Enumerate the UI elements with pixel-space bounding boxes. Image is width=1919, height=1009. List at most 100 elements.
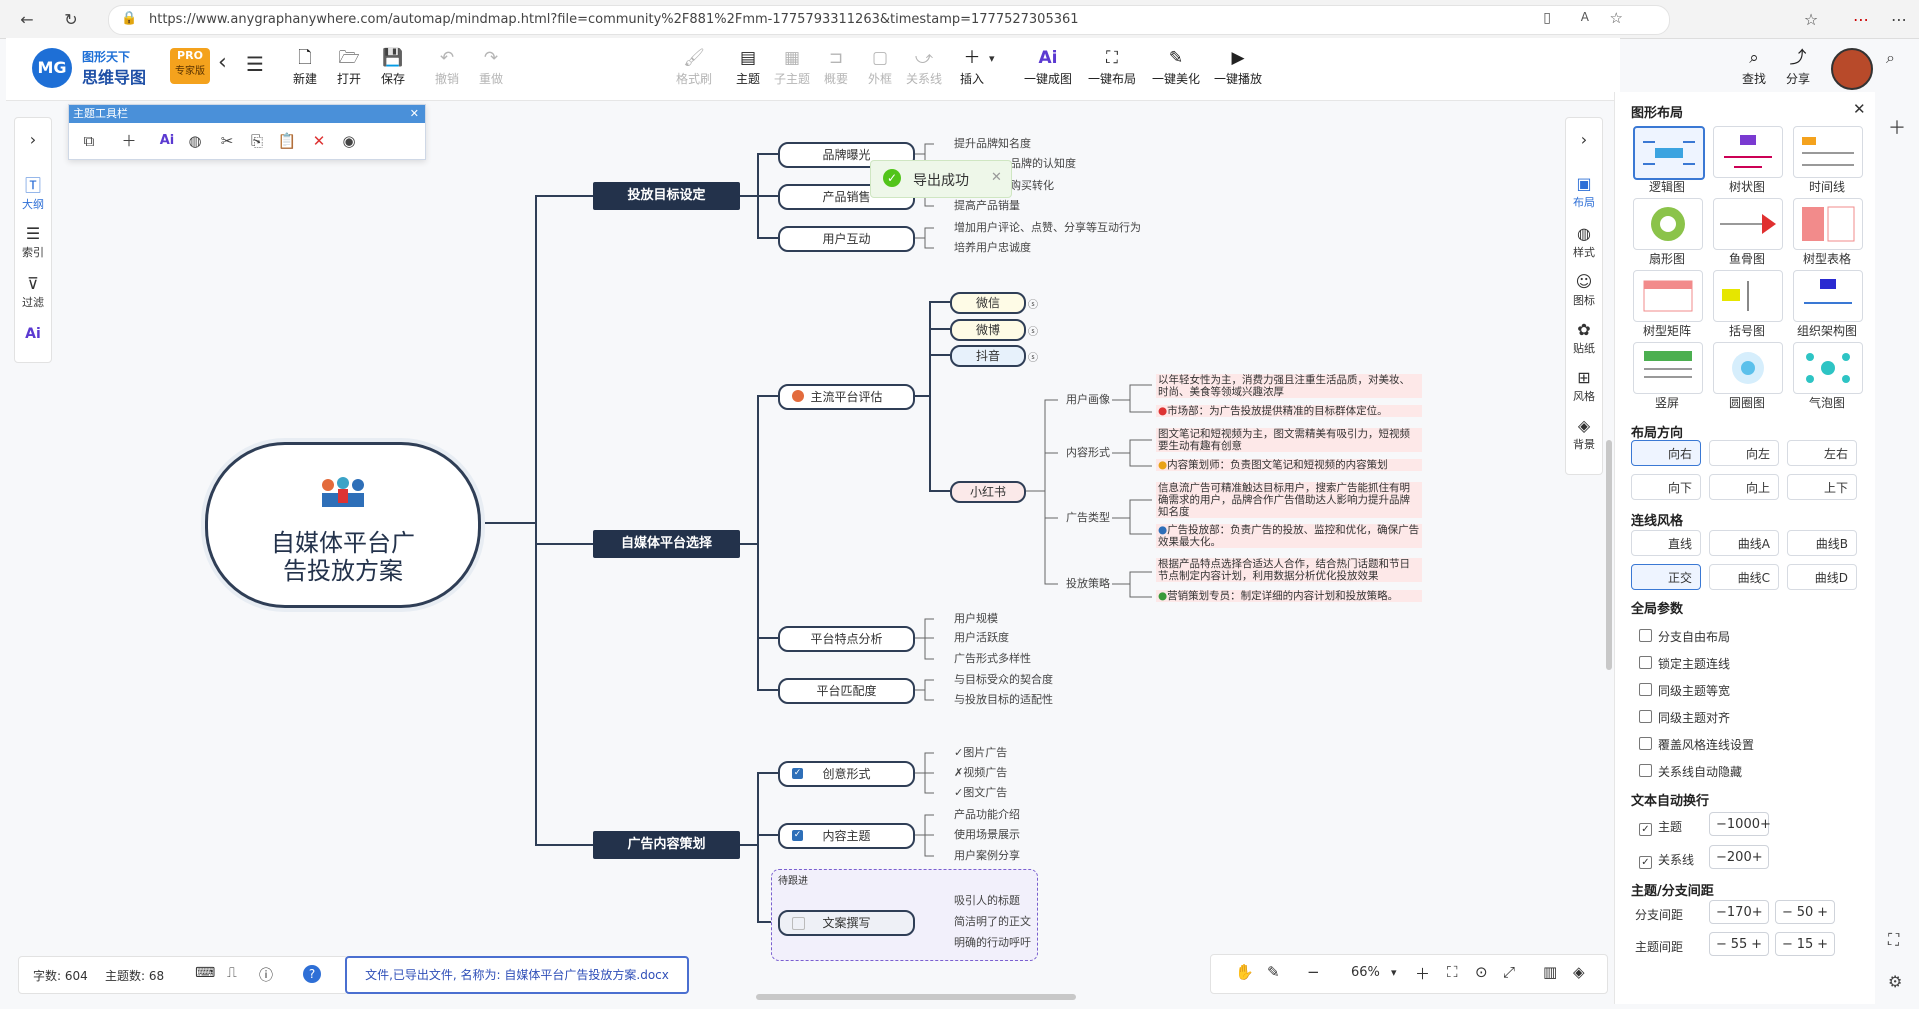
- leaf-item[interactable]: 与目标受众的契合度: [954, 673, 1053, 687]
- leaf-item[interactable]: 品牌的认知度: [1010, 157, 1076, 171]
- root-topic[interactable]: 自媒体平台广 告投放方案: [205, 442, 481, 608]
- layout-org[interactable]: [1793, 270, 1863, 322]
- checkbox[interactable]: [1639, 764, 1652, 777]
- platform-wechat[interactable]: 微信: [950, 292, 1026, 314]
- keyboard-icon[interactable]: ⌨: [195, 965, 215, 981]
- fit-screen-icon[interactable]: ⛶: [1447, 963, 1458, 981]
- note-adtype[interactable]: 信息流广告可精准触达目标用户，搜索广告能抓住有明确需求的用户，品牌合作广告借助达…: [1156, 482, 1422, 518]
- help-icon[interactable]: ?: [303, 965, 321, 983]
- leaf-item[interactable]: 用户案例分享: [954, 849, 1020, 863]
- outline-tab[interactable]: 🅃 大纲: [15, 176, 51, 212]
- minus-icon[interactable]: −: [1782, 933, 1793, 955]
- checkbox-empty-icon[interactable]: [792, 917, 805, 930]
- role-adtype[interactable]: ●广告投放部：负责广告的投放、监控和优化，确保广告效果最大化。: [1156, 524, 1422, 548]
- direction-down[interactable]: 向下: [1631, 474, 1701, 500]
- topic-mainstream[interactable]: 主流平台评估: [778, 384, 915, 410]
- sticker-tab[interactable]: ✿ 贴纸: [1566, 320, 1602, 356]
- checkbox-checked-icon[interactable]: ✓: [792, 768, 803, 779]
- ai-icon[interactable]: Ai: [153, 129, 181, 153]
- layout-timeline[interactable]: [1793, 126, 1863, 178]
- plus-icon[interactable]: +: [1752, 846, 1763, 868]
- toast-close-icon[interactable]: ✕: [991, 170, 1002, 185]
- leaf-item[interactable]: 与投放目标的适配性: [954, 693, 1053, 707]
- layout-logic[interactable]: [1633, 126, 1705, 180]
- center-icon[interactable]: ⊙: [1475, 963, 1488, 981]
- info-icon[interactable]: ⓘ: [259, 965, 273, 985]
- topic-creative[interactable]: ✓ 创意形式: [778, 761, 915, 787]
- branch-content[interactable]: 广告内容策划: [593, 831, 740, 859]
- minus-icon[interactable]: −: [1716, 933, 1727, 955]
- close-icon[interactable]: ✕: [410, 105, 419, 123]
- leaf-item[interactable]: ✓图片广告: [954, 746, 1007, 760]
- note-content[interactable]: 图文笔记和短视频为主，图文需精美有吸引力，短视频要生动有趣有创意: [1156, 428, 1422, 452]
- plus-icon[interactable]: +: [1817, 933, 1828, 955]
- topic-theme[interactable]: ✓ 内容主题: [778, 823, 915, 849]
- layout-fan[interactable]: [1633, 198, 1703, 250]
- plus-icon[interactable]: +: [1760, 813, 1771, 835]
- direction-updown[interactable]: 上下: [1787, 474, 1857, 500]
- role-content[interactable]: ●内容策划师：负责图文笔记和短视频的内容策划: [1156, 459, 1422, 471]
- opt-auto-hide-relations[interactable]: 关系线自动隐藏: [1639, 763, 1742, 780]
- opt-override-lines[interactable]: 覆盖风格连线设置: [1639, 736, 1754, 753]
- topic-features[interactable]: 平台特点分析: [778, 626, 915, 652]
- checkbox[interactable]: [1639, 710, 1652, 723]
- paste-icon[interactable]: 📋: [273, 129, 301, 153]
- leaf-item[interactable]: 明确的行动呼吁: [954, 936, 1031, 950]
- plus-icon[interactable]: +: [1751, 933, 1762, 955]
- delete-icon[interactable]: ✕: [305, 129, 333, 153]
- note-strategy[interactable]: 根据产品特点选择合适达人合作，结合热门话题和节日节点制定内容计划，利用数据分析优…: [1156, 558, 1422, 582]
- pen-icon[interactable]: ✎: [1267, 963, 1280, 981]
- expand-chevron-icon[interactable]: ›: [15, 130, 51, 149]
- ai-tab[interactable]: Ai: [15, 326, 51, 342]
- zoom-dropdown-icon[interactable]: ▾: [1391, 966, 1397, 979]
- fullscreen-icon[interactable]: ⤢: [1503, 963, 1515, 981]
- zoom-in-icon[interactable]: ＋: [1415, 963, 1430, 984]
- note-persona[interactable]: 以年轻女性为主，消费力强且注重生活品质，对美妆、时尚、美食等领域兴趣浓厚: [1156, 374, 1422, 398]
- direction-right[interactable]: 向右: [1631, 440, 1701, 466]
- info-icon[interactable]: ⓢ: [1028, 296, 1038, 311]
- leaf-item[interactable]: 提高产品销量: [954, 199, 1020, 213]
- branch-platform[interactable]: 自媒体平台选择: [593, 530, 740, 558]
- topic-spacing-stepper-2[interactable]: −15 +: [1775, 932, 1835, 956]
- direction-both[interactable]: 左右: [1787, 440, 1857, 466]
- plus-icon[interactable]: +: [1752, 901, 1763, 923]
- minus-icon[interactable]: −: [1716, 901, 1727, 923]
- wrap-relation-stepper[interactable]: −200 +: [1709, 845, 1769, 869]
- role-strategy[interactable]: ●营销策划专员：制定详细的内容计划和投放策略。: [1156, 590, 1422, 602]
- leaf-item[interactable]: 提升品牌知名度: [954, 137, 1031, 151]
- xhs-content[interactable]: 内容形式: [1066, 446, 1110, 460]
- wrap-topic-stepper[interactable]: −1000 +: [1709, 812, 1771, 836]
- map-icon[interactable]: ▥: [1543, 963, 1557, 981]
- opt-equal-width[interactable]: 同级主题等宽: [1639, 682, 1730, 699]
- wrap-relation[interactable]: ✓ 关系线: [1639, 851, 1694, 869]
- leaf-item[interactable]: 简洁明了的正文: [954, 915, 1031, 929]
- minus-icon[interactable]: −: [1716, 846, 1727, 868]
- layout-tree-table[interactable]: [1793, 198, 1863, 250]
- topic-match[interactable]: 平台匹配度: [778, 678, 915, 704]
- copy-icon[interactable]: ⎘: [243, 129, 271, 153]
- copy-style-icon[interactable]: ⧉: [75, 129, 103, 153]
- layers-icon[interactable]: ◈: [1573, 963, 1585, 981]
- wrap-topic[interactable]: ✓ 主题: [1639, 818, 1682, 836]
- background-tab[interactable]: ◈ 背景: [1566, 416, 1602, 452]
- vertical-scrollbar[interactable]: [1606, 440, 1612, 670]
- minus-icon[interactable]: −: [1716, 813, 1727, 835]
- layout-bubble[interactable]: [1793, 342, 1863, 394]
- leaf-item[interactable]: 用户规模: [954, 612, 998, 626]
- direction-left[interactable]: 向左: [1709, 440, 1779, 466]
- index-tab[interactable]: ☰ 索引: [15, 224, 51, 260]
- checkbox-checked[interactable]: ✓: [1639, 856, 1652, 869]
- expand-chevron-icon[interactable]: ›: [1566, 130, 1602, 149]
- export-message[interactable]: 文件,已导出文件, 名称为: 自媒体平台广告投放方案.docx: [345, 956, 689, 994]
- branch-spacing-stepper-2[interactable]: −50 +: [1775, 900, 1835, 924]
- line-orthogonal[interactable]: 正交: [1631, 564, 1701, 590]
- line-curve-a[interactable]: 曲线A: [1709, 530, 1779, 556]
- leaf-item[interactable]: 用户活跃度: [954, 631, 1009, 645]
- leaf-item[interactable]: ✓图文广告: [954, 786, 1007, 800]
- format-icon[interactable]: ⎍: [227, 965, 237, 981]
- topic-copywriting[interactable]: 文案撰写: [778, 910, 915, 936]
- platform-douyin[interactable]: 抖音: [950, 345, 1026, 367]
- layout-circle[interactable]: [1713, 342, 1783, 394]
- role-persona[interactable]: ●市场部：为广告投放提供精准的目标群体定位。: [1156, 405, 1422, 417]
- opt-align[interactable]: 同级主题对齐: [1639, 709, 1730, 726]
